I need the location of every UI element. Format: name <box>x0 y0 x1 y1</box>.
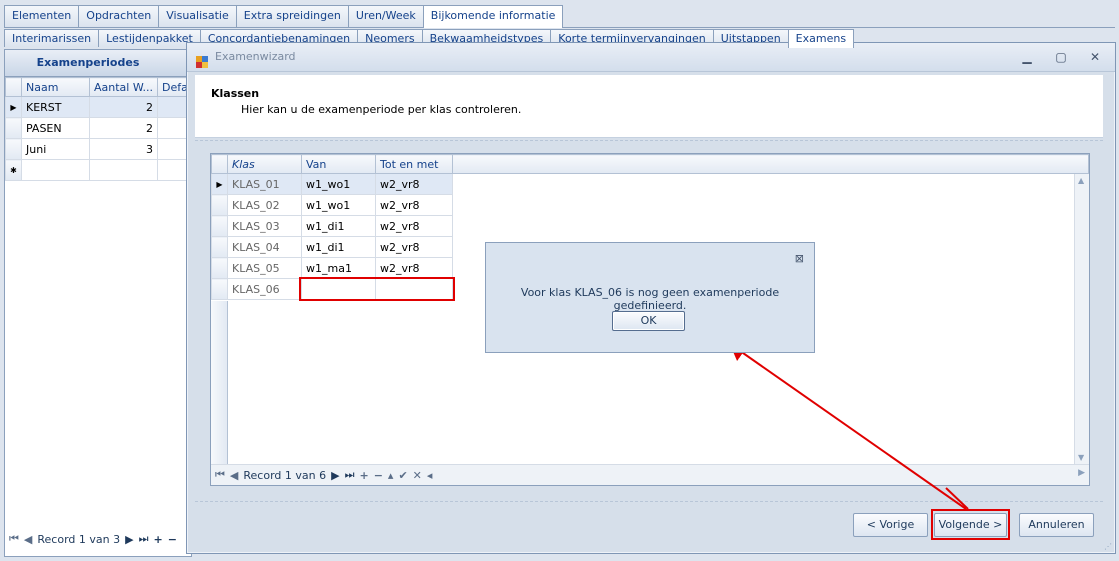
tab-bijkomende-informatie[interactable]: Bijkomende informatie <box>422 5 564 28</box>
ok-button[interactable]: OK <box>612 311 685 331</box>
arrow-to-message <box>729 343 967 510</box>
message-text: Voor klas KLAS_06 is nog geen examenperi… <box>520 286 780 312</box>
message-box: ⊠ Voor klas KLAS_06 is nog geen examenpe… <box>485 242 815 353</box>
close-icon[interactable]: ⊠ <box>795 252 804 265</box>
tab-examens[interactable]: Examens <box>787 29 855 48</box>
